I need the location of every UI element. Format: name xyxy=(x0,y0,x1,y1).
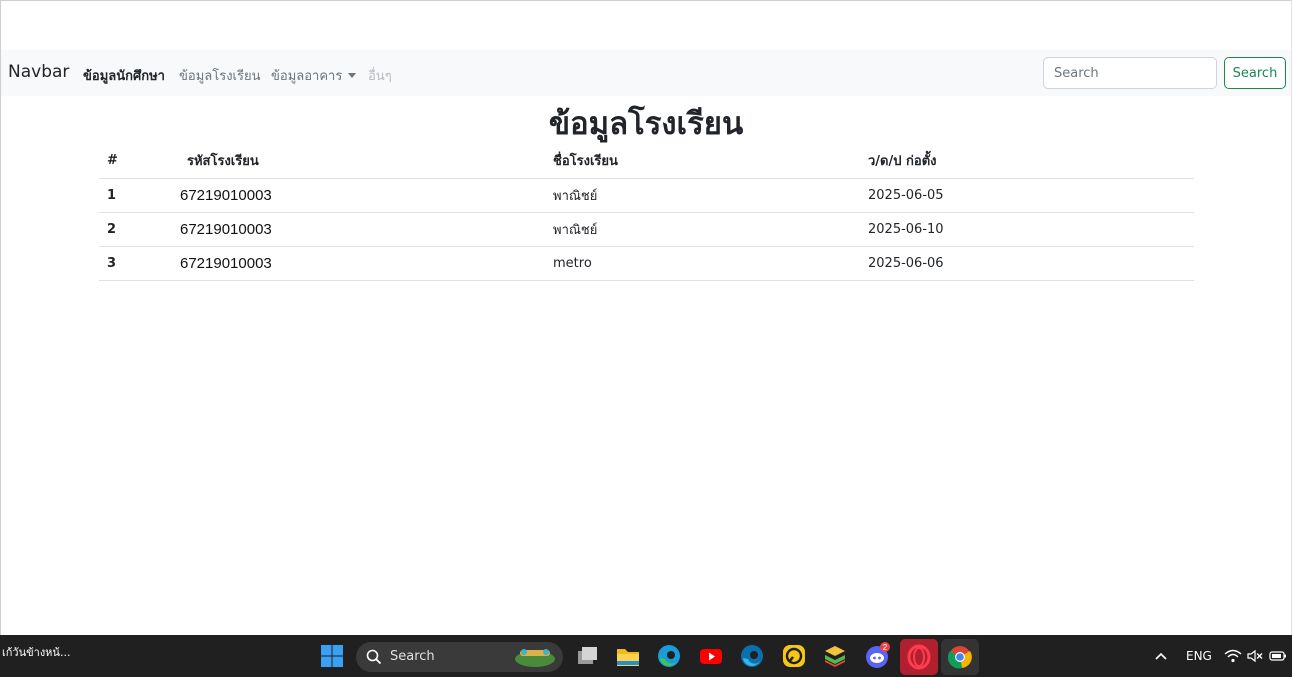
table-row: 1 67219010003 พาณิชย์ 2025-06-05 xyxy=(99,178,1194,213)
column-header-number: # xyxy=(99,143,172,179)
chrome-icon[interactable] xyxy=(941,639,979,675)
opera-icon[interactable] xyxy=(900,639,938,675)
school-code: 67219010003 xyxy=(172,246,545,281)
taskbar-search-box[interactable]: Search xyxy=(356,642,563,672)
caret-down-icon xyxy=(348,73,357,78)
edge-icon[interactable] xyxy=(655,642,683,670)
bluestacks-icon[interactable] xyxy=(821,642,849,670)
school-name: พาณิชย์ xyxy=(545,212,860,247)
school-code: 67219010003 xyxy=(172,178,545,213)
column-header-school-code: รหัสโรงเรียน xyxy=(172,143,545,179)
news-widget-text[interactable]: เก้วันข้างหน้... xyxy=(2,643,70,661)
chevron-up-icon[interactable] xyxy=(1154,650,1168,662)
speaker-muted-icon[interactable] xyxy=(1247,649,1263,663)
search-button[interactable]: Search xyxy=(1224,57,1286,89)
youtube-icon[interactable] xyxy=(697,642,725,670)
column-header-founded-date: ว/ด/ป ก่อตั้ง xyxy=(860,143,1194,179)
edge-dev-icon[interactable] xyxy=(738,642,766,670)
page-title: ข้อมูลโรงเรียน xyxy=(548,106,744,142)
school-name: พาณิชย์ xyxy=(545,178,860,213)
founded-date: 2025-06-10 xyxy=(860,212,1194,247)
nav-dropdown-label: ข้อมูลอาคาร xyxy=(271,69,343,84)
founded-date: 2025-06-06 xyxy=(860,246,1194,281)
table-row: 2 67219010003 พาณิชย์ 2025-06-10 xyxy=(99,212,1194,247)
nav-dropdown-buildings[interactable]: ข้อมูลอาคาร xyxy=(271,65,357,86)
row-number: 1 xyxy=(99,178,172,213)
founded-date: 2025-06-05 xyxy=(860,178,1194,213)
column-header-school-name: ชื่อโรงเรียน xyxy=(545,143,860,179)
windows-start-icon[interactable] xyxy=(318,642,346,670)
app-icon[interactable] xyxy=(780,642,808,670)
battery-icon[interactable] xyxy=(1269,650,1287,662)
discord-icon[interactable]: 2 xyxy=(863,642,891,670)
nav-link-students[interactable]: ข้อมูลนักศึกษา xyxy=(83,65,165,86)
navbar-brand[interactable]: Navbar xyxy=(8,62,69,82)
table-header-row: # รหัสโรงเรียน ชื่อโรงเรียน ว/ด/ป ก่อตั้… xyxy=(99,143,1194,179)
table-row: 3 67219010003 metro 2025-06-06 xyxy=(99,246,1194,281)
navbar: Navbar ข้อมูลนักศึกษา ข้อมูลโรงเรียน ข้อ… xyxy=(1,50,1291,96)
search-highlight-icon xyxy=(515,649,555,667)
windows-taskbar: เก้วันข้างหน้... Search 2 ENG xyxy=(0,635,1292,677)
task-view-icon[interactable] xyxy=(574,642,602,670)
nav-link-schools[interactable]: ข้อมูลโรงเรียน xyxy=(179,65,260,86)
search-icon xyxy=(366,649,382,665)
schools-table: # รหัสโรงเรียน ชื่อโรงเรียน ว/ด/ป ก่อตั้… xyxy=(99,143,1194,281)
wifi-icon[interactable] xyxy=(1224,649,1242,663)
discord-badge: 2 xyxy=(883,643,888,652)
school-code: 67219010003 xyxy=(172,212,545,247)
school-name: metro xyxy=(545,246,860,281)
row-number: 2 xyxy=(99,212,172,247)
nav-link-other-disabled: อื่นๆ xyxy=(368,69,392,84)
file-explorer-icon[interactable] xyxy=(614,642,642,670)
row-number: 3 xyxy=(99,246,172,281)
input-language-indicator[interactable]: ENG xyxy=(1186,649,1212,663)
taskbar-search-label: Search xyxy=(390,649,435,664)
search-input[interactable] xyxy=(1043,57,1217,89)
